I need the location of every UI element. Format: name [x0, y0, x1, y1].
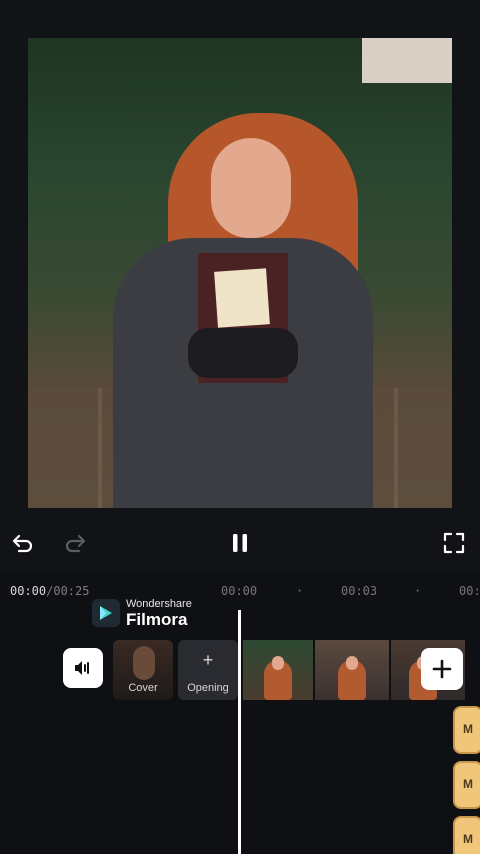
- music-track-chip[interactable]: M: [453, 761, 480, 809]
- brand-top: Wondershare: [126, 597, 192, 610]
- video-editor-screen: 00:00/00:25 00:00 · 00:03 · 00:0 Wonders…: [0, 0, 480, 854]
- redo-icon: [65, 534, 86, 553]
- time-readout: 00:00/00:25: [10, 584, 89, 598]
- music-chip-label: M: [463, 777, 473, 791]
- preview-note: [214, 268, 270, 328]
- pause-icon: [233, 534, 247, 552]
- plus-icon: +: [202, 650, 214, 670]
- redo-button[interactable]: [58, 526, 92, 560]
- mute-audio-button[interactable]: [63, 648, 103, 688]
- ruler-tick-2: 00:0: [459, 584, 480, 598]
- clip-face: [272, 656, 284, 670]
- time-ruler: 00:00/00:25 00:00 · 00:03 · 00:0: [0, 572, 480, 608]
- fullscreen-button[interactable]: [437, 526, 471, 560]
- pause-button[interactable]: [223, 526, 257, 560]
- music-chip-label: M: [463, 722, 473, 736]
- music-track-chip[interactable]: M: [453, 706, 480, 754]
- filmora-watermark: Wondershare Filmora: [92, 598, 192, 628]
- opening-button[interactable]: + Opening: [178, 640, 238, 700]
- preview-face: [211, 138, 291, 238]
- video-preview[interactable]: [28, 38, 452, 508]
- ruler-tick-1: 00:03: [341, 584, 378, 598]
- music-track-chip[interactable]: M: [453, 816, 480, 854]
- total-time: /00:25: [46, 584, 90, 598]
- clip-thumbnail: [315, 640, 389, 700]
- fullscreen-icon: [443, 532, 465, 554]
- ruler-dot: ·: [414, 584, 422, 598]
- undo-button[interactable]: [6, 526, 40, 560]
- cover-button[interactable]: Cover: [113, 640, 173, 700]
- current-time: 00:00: [10, 584, 47, 598]
- brand-bottom: Filmora: [126, 609, 188, 629]
- preview-hands: [188, 328, 298, 378]
- plus-icon: [432, 659, 452, 679]
- preview-sky: [362, 38, 452, 83]
- playhead[interactable]: [238, 610, 241, 854]
- clip-face: [346, 656, 358, 670]
- filmora-logo-icon: [92, 599, 120, 627]
- ruler-tick-0: 00:00: [221, 584, 258, 598]
- cover-label: Cover: [128, 682, 158, 694]
- music-chip-label: M: [463, 832, 473, 846]
- preview-area: [0, 0, 480, 520]
- undo-icon: [12, 534, 33, 553]
- clip-thumbnail: [243, 640, 313, 700]
- timeline-panel: 00:00/00:25 00:00 · 00:03 · 00:0 Wonders…: [0, 572, 480, 854]
- playback-controls: [0, 520, 480, 572]
- speaker-icon: [75, 661, 89, 675]
- opening-label: Opening: [187, 682, 229, 694]
- brand-text: Wondershare Filmora: [126, 597, 192, 629]
- cover-thumbnail: [133, 646, 155, 680]
- ruler-dot: ·: [296, 584, 304, 598]
- add-clip-button[interactable]: [421, 648, 463, 690]
